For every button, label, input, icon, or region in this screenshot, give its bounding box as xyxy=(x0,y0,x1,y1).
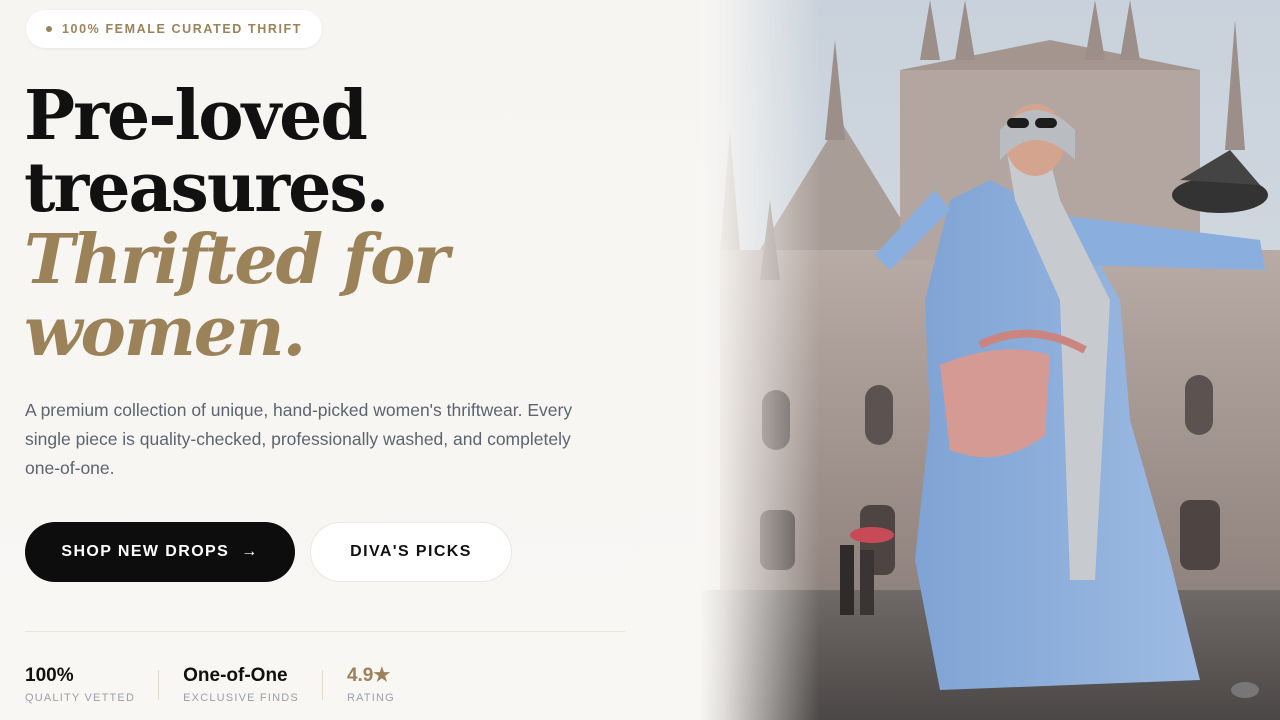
hero-photo xyxy=(700,0,1280,720)
stat-label: QUALITY VETTED xyxy=(25,692,136,704)
hero-description: A premium collection of unique, hand-pic… xyxy=(25,400,573,478)
divas-picks-label: DIVA'S PICKS xyxy=(350,543,472,560)
stats-divider xyxy=(25,631,625,632)
arrow-right-icon: → xyxy=(241,543,259,560)
badge-dot-icon xyxy=(46,26,52,32)
badge-text: 100% FEMALE CURATED THRIFT xyxy=(62,22,302,36)
curated-badge: 100% FEMALE CURATED THRIFT xyxy=(26,10,322,48)
hero-section: 100% FEMALE CURATED THRIFT Pre-loved tre… xyxy=(0,0,720,720)
hero-headline: Pre-loved treasures. Thrifted for women. xyxy=(24,80,684,368)
headline-accent-2: women. xyxy=(24,292,306,372)
shop-new-drops-label: SHOP NEW DROPS xyxy=(61,543,230,560)
stats-row: 100% QUALITY VETTED One-of-One EXCLUSIVE… xyxy=(25,664,443,704)
stat-quality: 100% QUALITY VETTED xyxy=(25,664,160,704)
photo-fade-overlay xyxy=(700,0,820,720)
headline-line-2: treasures. xyxy=(24,148,389,228)
stat-label: EXCLUSIVE FINDS xyxy=(183,692,299,704)
divas-picks-button[interactable]: DIVA'S PICKS xyxy=(310,522,512,582)
stat-value: 100% xyxy=(25,665,74,686)
stat-label: RATING xyxy=(346,692,395,704)
stat-exclusive: One-of-One EXCLUSIVE FINDS xyxy=(183,664,323,704)
stat-rating: 4.9★ RATING xyxy=(347,664,419,704)
shop-new-drops-button[interactable]: SHOP NEW DROPS → xyxy=(25,522,295,582)
headline-accent-1: Thrifted for xyxy=(24,220,449,300)
stat-value: 4.9★ xyxy=(346,665,391,686)
stat-value: One-of-One xyxy=(183,665,288,686)
headline-line-1: Pre-loved xyxy=(24,76,368,156)
